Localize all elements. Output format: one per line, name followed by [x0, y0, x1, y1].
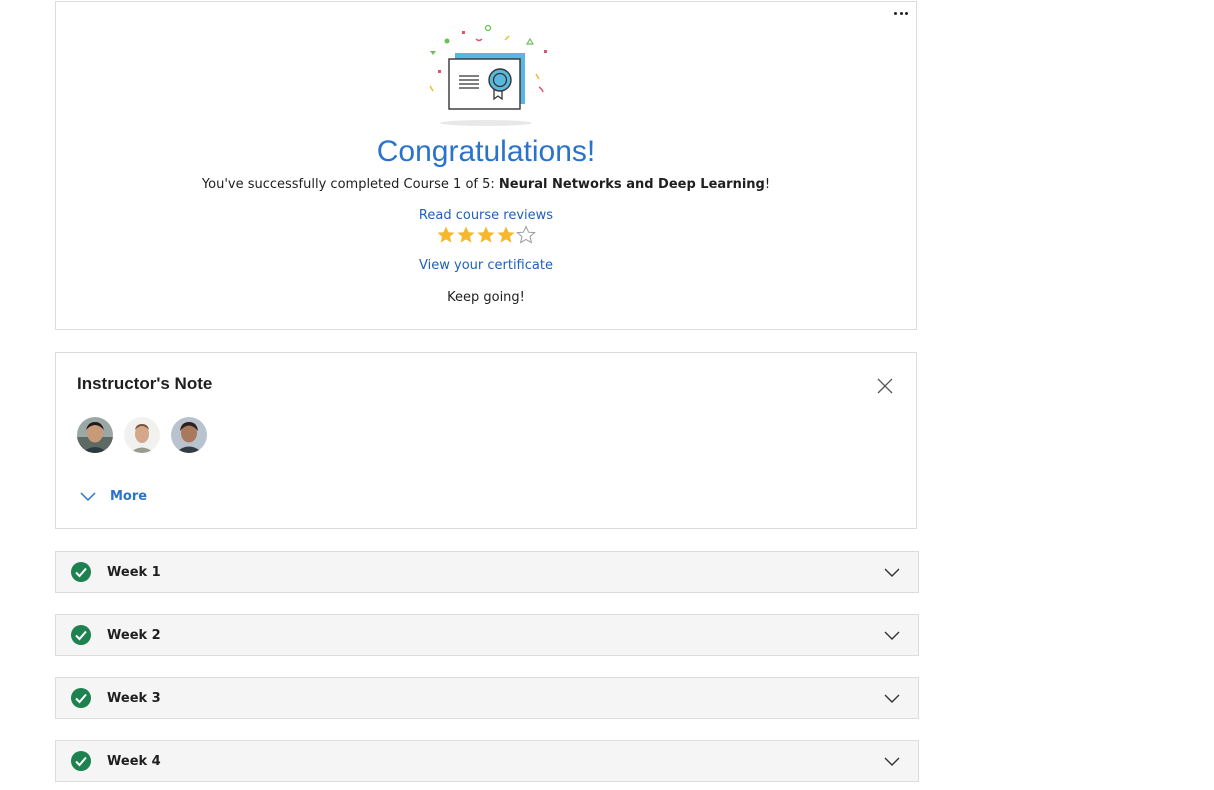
star-filled-icon [457, 226, 475, 243]
week-label: Week 2 [107, 627, 161, 643]
week-row[interactable]: Week 4 [55, 740, 919, 782]
chevron-down-icon [80, 491, 96, 501]
more-options-icon[interactable] [894, 8, 908, 18]
avatar[interactable] [171, 417, 207, 453]
check-circle-icon [71, 688, 91, 708]
chevron-down-icon [884, 568, 900, 577]
instructor-avatars [77, 417, 207, 453]
instructor-note-title: Instructor's Note [77, 374, 213, 393]
star-empty-icon [516, 225, 536, 244]
chevron-down-icon [884, 631, 900, 640]
view-certificate-link[interactable]: View your certificate [419, 258, 553, 273]
completion-prefix: You've successfully completed Course 1 o… [201, 177, 499, 192]
star-filled-icon [477, 226, 495, 243]
week-row[interactable]: Week 2 [55, 614, 919, 656]
week-label: Week 1 [107, 564, 161, 580]
chevron-down-icon [884, 757, 900, 766]
instructor-note-card: Instructor's Note More [55, 352, 917, 529]
certificate-illustration-icon [429, 24, 547, 126]
check-circle-icon [71, 751, 91, 771]
close-icon[interactable] [876, 377, 894, 395]
congrats-card: Congratulations! You've successfully com… [55, 1, 917, 330]
course-name: Neural Networks and Deep Learning [498, 177, 765, 192]
read-course-reviews-link[interactable]: Read course reviews [419, 208, 553, 223]
star-filled-icon [497, 226, 515, 243]
completion-suffix: ! [764, 177, 771, 192]
more-label: More [110, 489, 148, 504]
check-circle-icon [71, 562, 91, 582]
chevron-down-icon [884, 694, 900, 703]
week-label: Week 4 [107, 753, 161, 769]
star-filled-icon [437, 226, 455, 243]
avatar[interactable] [77, 417, 113, 453]
check-circle-icon [71, 625, 91, 645]
keep-going-text: Keep going! [447, 290, 525, 305]
congrats-title: Congratulations! [376, 135, 596, 168]
completion-message: You've successfully completed Course 1 o… [56, 177, 916, 192]
week-label: Week 3 [107, 690, 161, 706]
avatar[interactable] [124, 417, 160, 453]
week-row[interactable]: Week 1 [55, 551, 919, 593]
rating-stars [56, 225, 916, 245]
more-toggle[interactable]: More [80, 489, 147, 504]
week-row[interactable]: Week 3 [55, 677, 919, 719]
